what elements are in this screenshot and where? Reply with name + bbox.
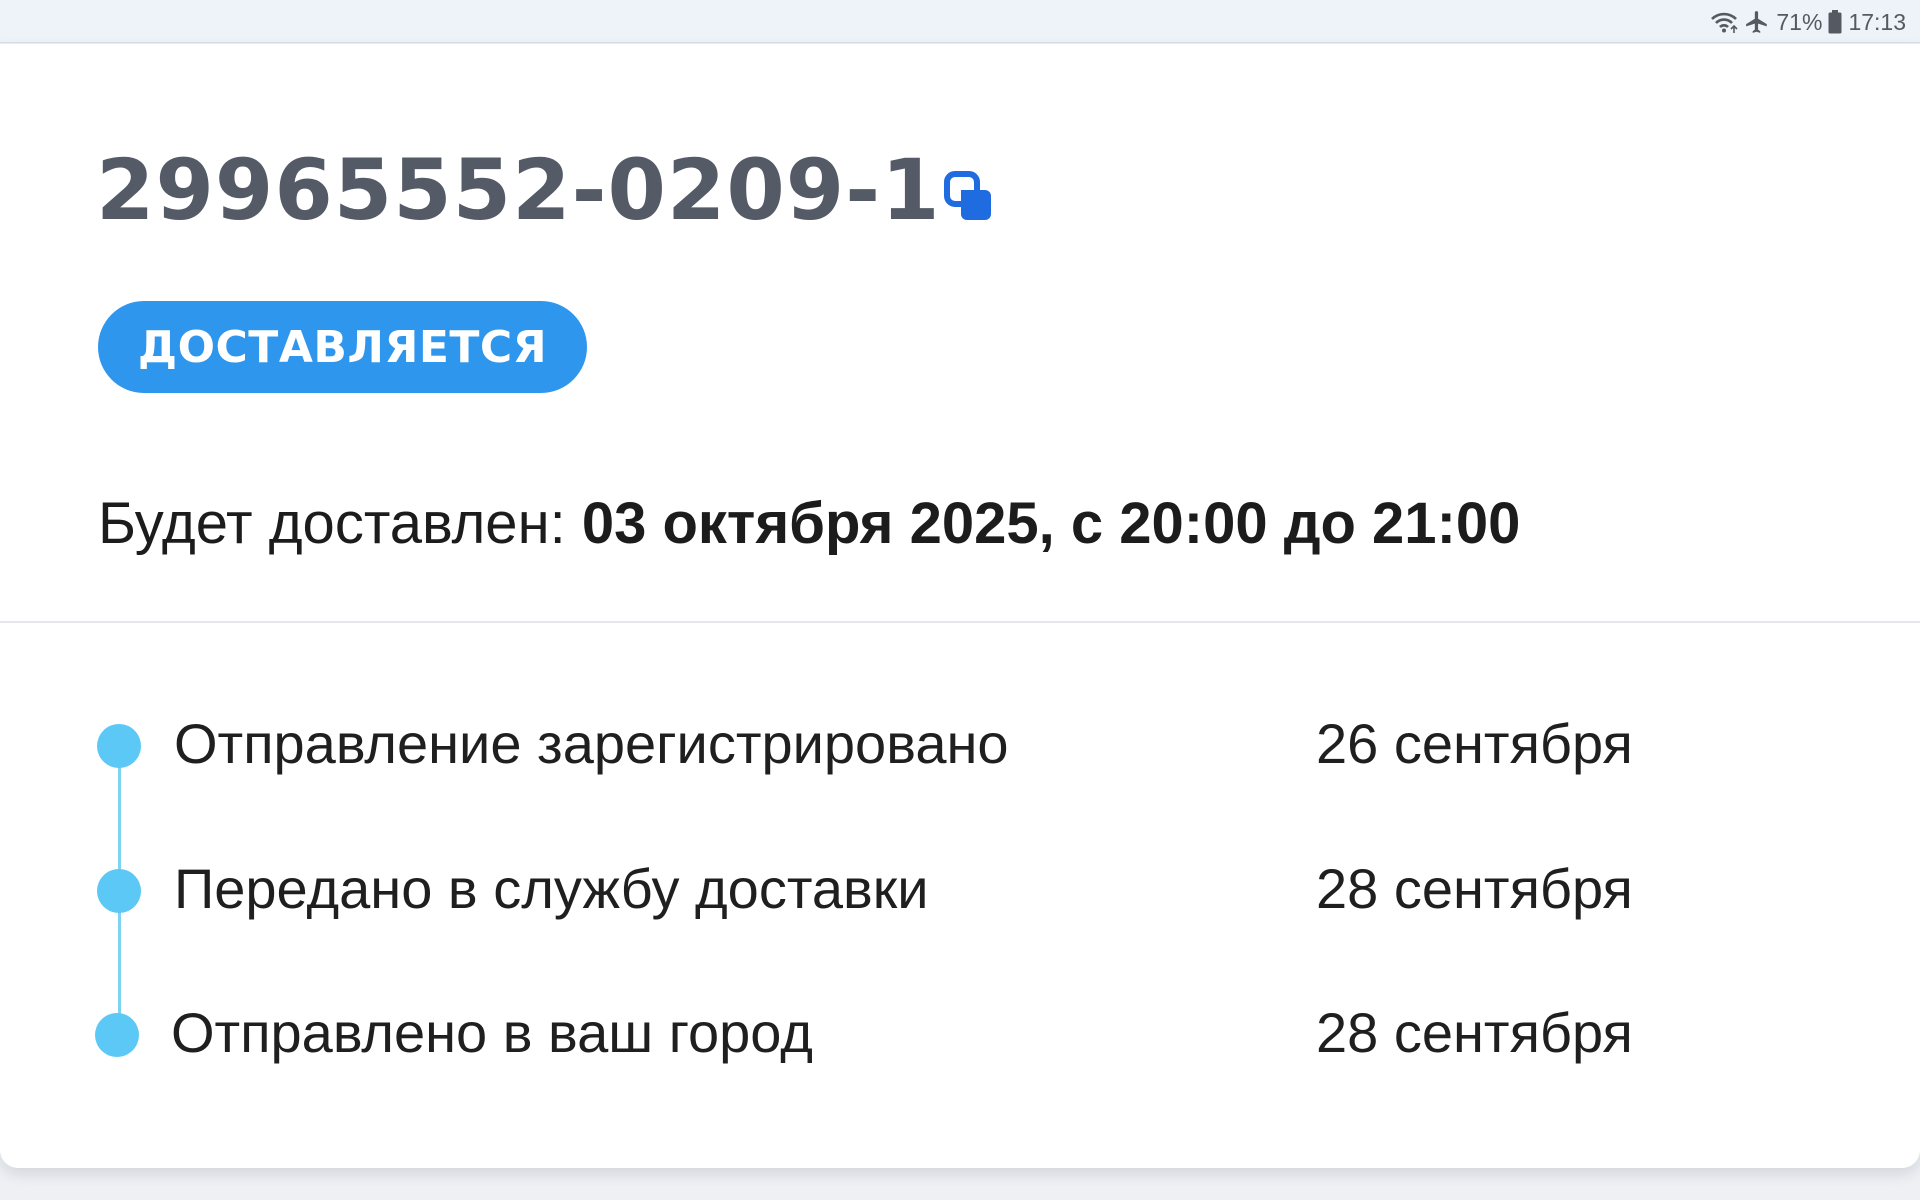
- battery-icon: [1828, 10, 1842, 34]
- timeline-dot: [97, 724, 141, 768]
- status-bar: 71% 17:13: [0, 0, 1920, 43]
- order-card: 29965552-0209-1 ДОСТАВЛЯЕТСЯ Будет доста…: [0, 44, 1920, 1168]
- event-title: Отправление зарегистрировано: [174, 712, 1009, 775]
- airplane-icon: [1744, 9, 1770, 35]
- order-number: 29965552-0209-1: [96, 141, 941, 239]
- copy-icon: [941, 169, 997, 230]
- timeline-dot: [97, 869, 141, 913]
- wifi-icon: [1710, 10, 1738, 34]
- battery-percent: 71%: [1776, 8, 1823, 35]
- divider: [0, 621, 1920, 623]
- copy-button[interactable]: [936, 166, 1002, 232]
- event-date: 26 сентября: [1316, 712, 1633, 775]
- status-badge: ДОСТАВЛЯЕТСЯ: [98, 301, 587, 393]
- status-indicators: 71% 17:13: [1710, 8, 1906, 36]
- delivery-estimate: Будет доставлен: 03 октября 2025, с 20:0…: [98, 489, 1520, 559]
- delivery-value: 03 октября 2025, с 20:00 до 21:00: [581, 491, 1521, 556]
- delivery-label: Будет доставлен:: [98, 491, 582, 556]
- event-title: Передано в службу доставки: [174, 857, 929, 920]
- event-date: 28 сентября: [1316, 857, 1633, 920]
- event-title: Отправлено в ваш город: [171, 1001, 813, 1064]
- clock: 17:13: [1848, 8, 1906, 35]
- timeline-dot: [95, 1013, 139, 1057]
- event-date: 28 сентября: [1316, 1001, 1633, 1064]
